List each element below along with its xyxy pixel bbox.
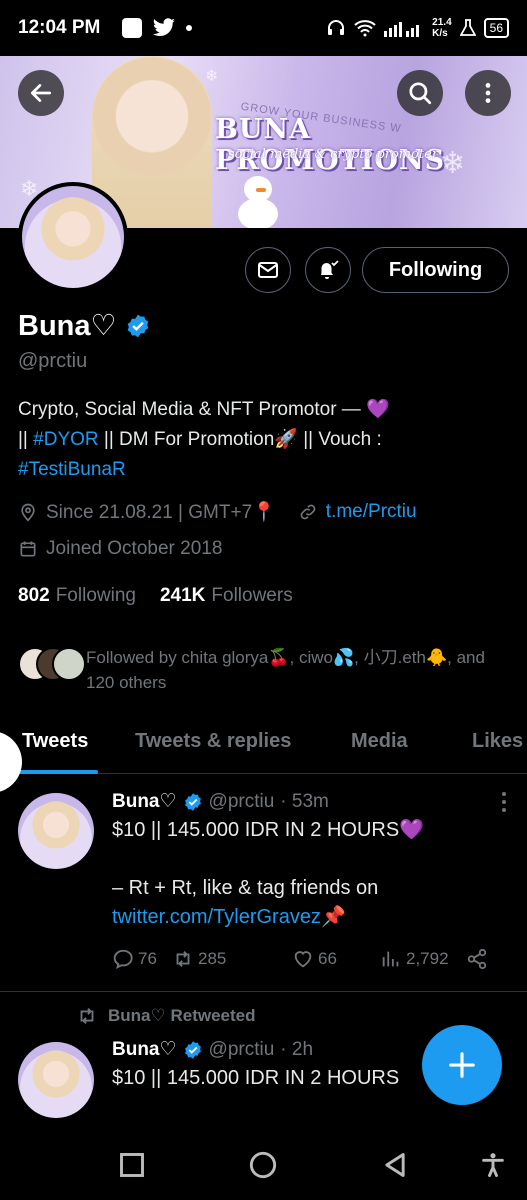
tweet-author-name[interactable]: Buna♡ (112, 790, 177, 813)
envelope-icon (258, 262, 278, 278)
profile-handle: @prctiu (18, 350, 88, 372)
signal-icon (384, 22, 420, 37)
reply-icon (113, 949, 133, 969)
followers-count-link[interactable]: 241K Followers (160, 585, 293, 607)
retweeted-by-line: Buna♡ Retweeted (76, 1005, 256, 1027)
app-notification-icon (122, 18, 143, 38)
wifi-icon (354, 20, 376, 37)
home-button[interactable] (248, 1150, 278, 1180)
banner-title: BUNA PROMOTIONS (215, 114, 446, 176)
views-button[interactable]: 2,792 (380, 948, 449, 970)
share-icon (467, 948, 487, 970)
location-pin-icon (21, 503, 35, 522)
banner-subtitle: social media & crypto promoter (228, 147, 439, 162)
accessibility-icon (482, 1153, 504, 1177)
search-button[interactable] (397, 70, 443, 116)
like-button[interactable]: 66 (292, 948, 337, 970)
hashtag-link[interactable]: #DYOR (33, 429, 98, 450)
triangle-back-icon (385, 1153, 405, 1177)
recent-apps-button[interactable] (117, 1150, 147, 1180)
retweet-icon (80, 1008, 94, 1024)
square-icon (120, 1153, 144, 1177)
status-bar: 12:04 PM 21.4 K/s 56 (0, 0, 527, 56)
followed-by-text: Followed by chita glorya🍒, ciwo💦, 小刀.eth… (86, 648, 485, 692)
profile-joined-row: Joined October 2018 (18, 538, 222, 560)
tweet-author-avatar[interactable] (18, 1042, 94, 1118)
tweet-header: Buna♡ @prctiu · 2h (112, 1038, 313, 1061)
share-button[interactable] (466, 948, 488, 970)
tweet-timestamp: · 53m (280, 790, 329, 812)
status-time: 12:04 PM (18, 17, 101, 38)
profile-name-row: Buna♡ (18, 308, 151, 343)
snowman-illustration (232, 174, 284, 228)
notification-dot (186, 25, 193, 31)
back-button[interactable] (18, 70, 64, 116)
profile-meta-row: Since 21.08.21 | GMT+7📍 t.me/Prctiu (18, 500, 417, 524)
tweet-header: Buna♡ @prctiu · 53m (112, 790, 329, 813)
views-chart-icon (382, 951, 399, 967)
more-options-button[interactable] (465, 70, 511, 116)
profile-location: Since 21.08.21 | GMT+7📍 (46, 502, 276, 523)
system-back-button[interactable] (380, 1150, 410, 1180)
following-button[interactable]: Following (362, 247, 509, 293)
tweet-more-button[interactable] (494, 790, 514, 814)
verified-badge-icon (183, 1040, 203, 1060)
display-name: Buna♡ (18, 310, 117, 342)
tweet-timestamp: · 2h (280, 1038, 314, 1060)
tweet-author-avatar[interactable] (18, 793, 94, 869)
vertical-dots-icon (485, 83, 491, 103)
active-tab-indicator (18, 770, 98, 774)
calendar-icon (20, 541, 36, 557)
system-navigation-bar (0, 1130, 527, 1200)
tweet-link[interactable]: twitter.com/TylerGravez (112, 906, 321, 928)
tab-likes[interactable]: Likes (472, 730, 523, 753)
link-icon (300, 504, 316, 520)
circle-icon (249, 1151, 277, 1179)
bell-check-icon (321, 260, 339, 279)
profile-tabs: Tweets Tweets & replies Media Likes (0, 718, 527, 774)
follow-counts: 802 Following 241K Followers (18, 585, 293, 607)
twitter-bird-icon (153, 18, 176, 36)
lab-flask-icon (459, 19, 476, 36)
profile-avatar[interactable] (18, 182, 128, 292)
arrow-left-icon (30, 84, 52, 102)
profile-joined-date: Joined October 2018 (46, 538, 223, 559)
followed-by-row[interactable]: Followed by chita glorya🍒, ciwo💦, 小刀.eth… (18, 645, 518, 695)
tab-tweets[interactable]: Tweets (22, 730, 88, 753)
accessibility-button[interactable] (478, 1150, 508, 1180)
avatar (52, 647, 86, 681)
reply-button[interactable]: 76 (112, 948, 157, 970)
tweet-divider (0, 991, 527, 992)
notifications-button[interactable] (305, 247, 351, 293)
verified-badge-icon[interactable] (125, 313, 151, 339)
retweet-button[interactable]: 285 (172, 948, 226, 970)
tweet-author-handle: @prctiu (208, 1038, 275, 1060)
message-button[interactable] (245, 247, 291, 293)
tweet-author-name[interactable]: Buna♡ (112, 1038, 177, 1061)
following-count-link[interactable]: 802 Following (18, 585, 136, 607)
tweet-author-handle: @prctiu (208, 790, 275, 812)
tweet-action-bar: 76 285 66 2,792 (112, 948, 512, 976)
profile-bio: Crypto, Social Media & NFT Promotor — 💜 … (18, 399, 390, 480)
headphones-icon (328, 20, 345, 35)
battery-indicator: 56 (483, 18, 509, 38)
tab-tweets-and-replies[interactable]: Tweets & replies (135, 730, 291, 753)
tweet-text: $10 || 145.000 IDR IN 2 HOURS💜 – Rt + Rt… (112, 819, 425, 928)
tab-media[interactable]: Media (351, 730, 408, 753)
followers-you-know-avatars (18, 645, 86, 685)
compose-tweet-button[interactable] (422, 1025, 502, 1105)
network-speed: 21.4 K/s (432, 17, 452, 39)
profile-website-link[interactable]: t.me/Prctiu (326, 501, 417, 523)
hashtag-link[interactable]: #TestiBunaR (18, 459, 126, 480)
plus-icon (449, 1052, 475, 1078)
retweet-icon (176, 951, 190, 967)
search-icon (409, 82, 432, 105)
verified-badge-icon (183, 792, 203, 812)
snowflake-icon: ❄ (205, 68, 219, 85)
heart-icon (294, 951, 312, 968)
